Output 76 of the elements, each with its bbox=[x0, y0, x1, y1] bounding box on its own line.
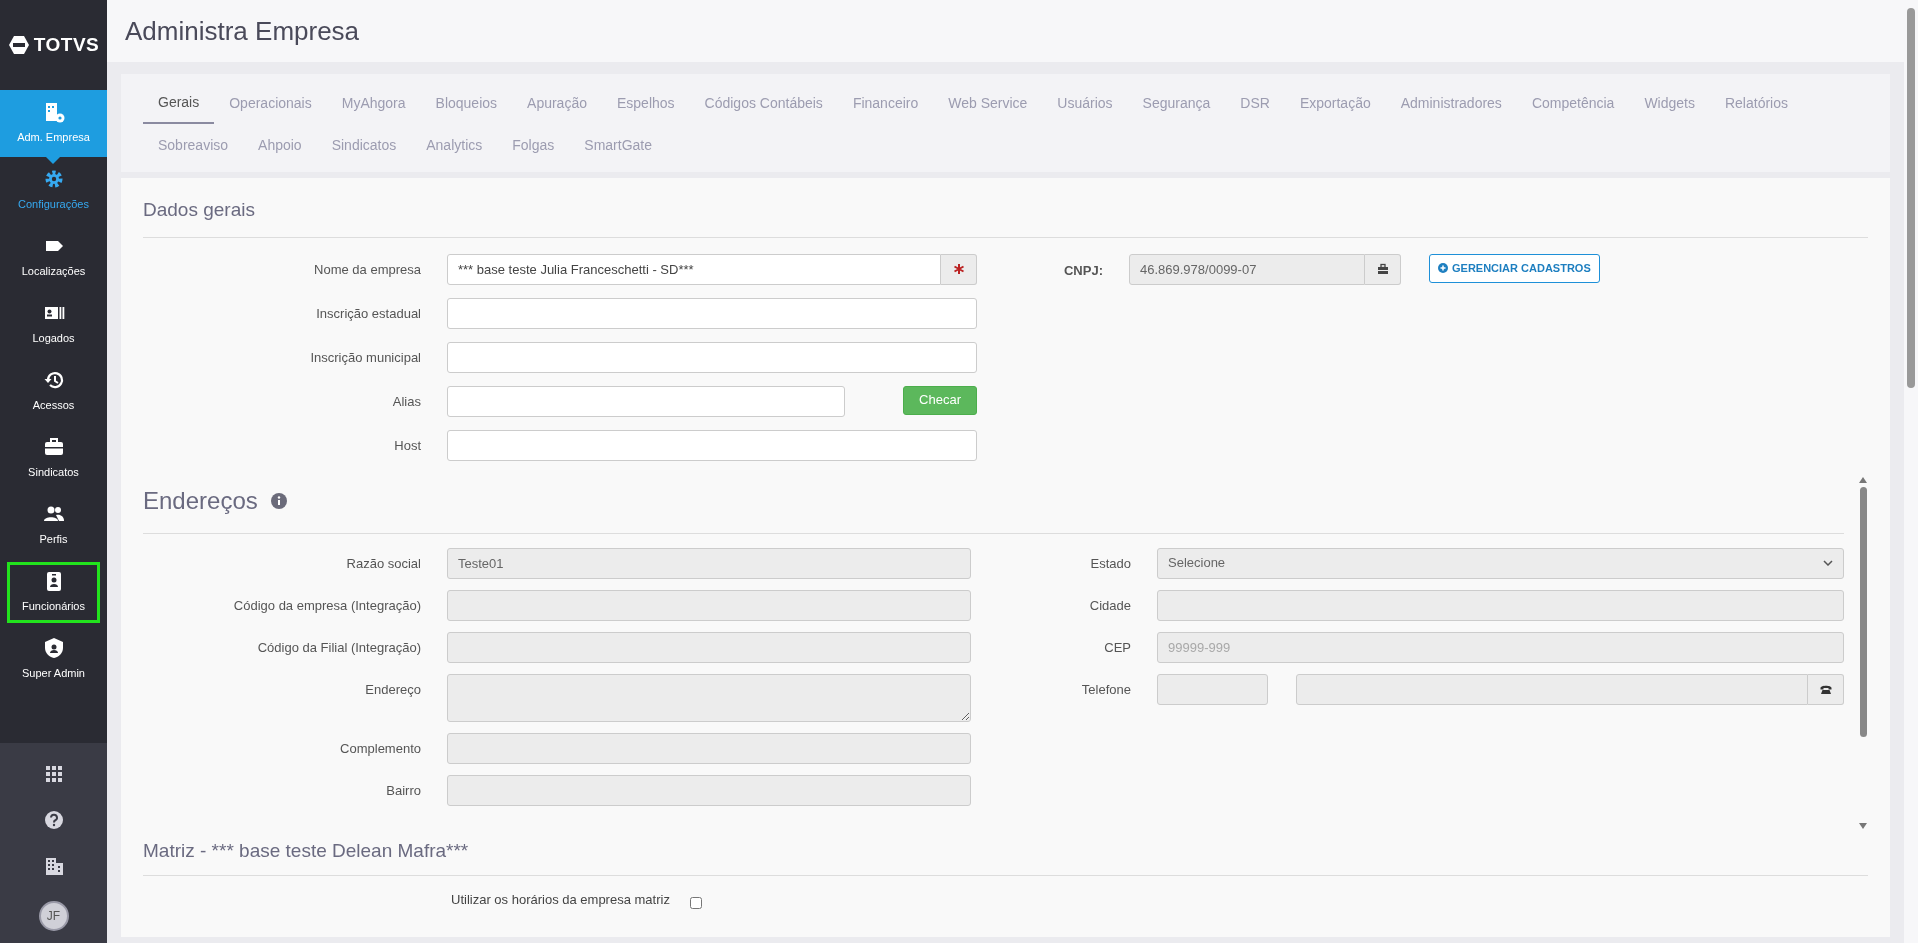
sidebar-item[interactable]: Sindicatos bbox=[0, 425, 107, 492]
page-title: Administra Empresa bbox=[125, 14, 360, 48]
tab[interactable]: Ahpoio bbox=[243, 124, 317, 166]
field-label: Inscrição estadual bbox=[315, 304, 421, 323]
tab[interactable]: Apuração bbox=[512, 82, 602, 124]
tab[interactable]: Usuários bbox=[1042, 82, 1128, 124]
input-field[interactable] bbox=[447, 297, 977, 329]
field-label: Bairro bbox=[385, 781, 421, 800]
tab[interactable]: Espelhos bbox=[602, 82, 690, 124]
tab[interactable]: Códigos Contábeis bbox=[689, 82, 838, 124]
tab[interactable]: Segurança bbox=[1127, 82, 1226, 124]
tab[interactable]: Widgets bbox=[1629, 82, 1710, 124]
input-field[interactable]: *** base teste Julia Franceschetti - SD*** bbox=[447, 253, 941, 285]
tab[interactable]: Sobreaviso bbox=[143, 124, 244, 166]
pointer-icon bbox=[46, 157, 60, 164]
field-label: Inscrição municipal bbox=[309, 348, 421, 367]
info-icon[interactable] bbox=[269, 491, 288, 510]
tab[interactable]: SmartGate bbox=[569, 124, 667, 166]
manage-records-button[interactable]: GERENCIAR CADASTROS bbox=[1429, 253, 1600, 283]
scroll-down-icon[interactable] bbox=[1859, 822, 1867, 829]
field-label: Razão social bbox=[345, 554, 421, 573]
field-label: Código da Filial (Integração) bbox=[256, 638, 421, 657]
section-title: Matriz - *** base teste Delean Mafra*** bbox=[143, 838, 470, 863]
sidebar-item[interactable]: Configurações bbox=[0, 157, 107, 224]
field-label: Nome da empresa bbox=[313, 260, 421, 279]
section-title: Endereços bbox=[143, 485, 258, 516]
field-label: Telefone bbox=[1080, 680, 1131, 699]
sidebar-item[interactable]: Super Admin bbox=[0, 626, 107, 693]
field-label: Alias bbox=[391, 392, 421, 411]
tab[interactable]: Competência bbox=[1516, 82, 1630, 124]
field-label: Complemento bbox=[339, 739, 421, 758]
sidebar-item[interactable]: Logados bbox=[0, 291, 107, 358]
field-label: CNPJ: bbox=[1063, 261, 1103, 280]
phone-icon[interactable] bbox=[1808, 673, 1844, 705]
scrollbar[interactable] bbox=[1858, 476, 1868, 829]
check-button[interactable]: Checar bbox=[903, 385, 977, 415]
input-field[interactable] bbox=[447, 385, 845, 417]
tab[interactable]: Relatórios bbox=[1709, 82, 1803, 124]
tab[interactable]: Folgas bbox=[497, 124, 570, 166]
tab[interactable]: Analytics bbox=[411, 124, 498, 166]
page-scrollbar[interactable] bbox=[1907, 8, 1915, 388]
field-label: Estado bbox=[1089, 554, 1131, 573]
checkbox[interactable] bbox=[689, 896, 702, 909]
logo-icon bbox=[7, 34, 30, 56]
input-field[interactable] bbox=[447, 429, 977, 461]
sidebar-item[interactable]: Localizações bbox=[0, 224, 107, 291]
tab[interactable]: Web Service bbox=[933, 82, 1043, 124]
field-label: Endereço bbox=[364, 680, 421, 699]
help-icon[interactable] bbox=[42, 809, 65, 831]
tab[interactable]: Gerais bbox=[143, 82, 215, 124]
shield-user-icon bbox=[42, 637, 65, 660]
sidebar-item[interactable]: Acessos bbox=[0, 358, 107, 425]
field-label: Cidade bbox=[1088, 596, 1131, 615]
sidebar-item[interactable]: Funcionários bbox=[4, 559, 103, 626]
scroll-up-icon[interactable] bbox=[1859, 476, 1867, 483]
field-label: Host bbox=[393, 436, 421, 455]
tab[interactable]: DSR bbox=[1225, 82, 1285, 124]
field-label: CEP bbox=[1103, 638, 1131, 657]
tab[interactable]: Exportação bbox=[1284, 82, 1386, 124]
required-icon[interactable] bbox=[941, 253, 977, 285]
tab[interactable]: Administradores bbox=[1385, 82, 1517, 124]
section-title: Dados gerais bbox=[143, 198, 256, 222]
tab[interactable]: Bloqueios bbox=[420, 82, 513, 124]
input-field[interactable] bbox=[447, 341, 977, 373]
tab[interactable]: Sindicatos bbox=[316, 124, 412, 166]
tab[interactable]: Financeiro bbox=[837, 82, 934, 124]
plus-circle-icon bbox=[1438, 263, 1448, 273]
tab[interactable]: Operacionais bbox=[214, 82, 327, 124]
option-label: Utilizar os horários da empresa matriz bbox=[451, 891, 670, 909]
brand-logo-text: TOTVS bbox=[33, 32, 100, 57]
sidebar-item[interactable]: Perfis bbox=[0, 492, 107, 559]
caret-icon bbox=[1823, 560, 1833, 566]
briefcase-icon[interactable] bbox=[1365, 253, 1401, 285]
user-avatar[interactable]: JF bbox=[38, 901, 69, 931]
tab[interactable]: MyAhgora bbox=[326, 82, 421, 124]
field-label: Código da empresa (Integração) bbox=[232, 596, 421, 615]
